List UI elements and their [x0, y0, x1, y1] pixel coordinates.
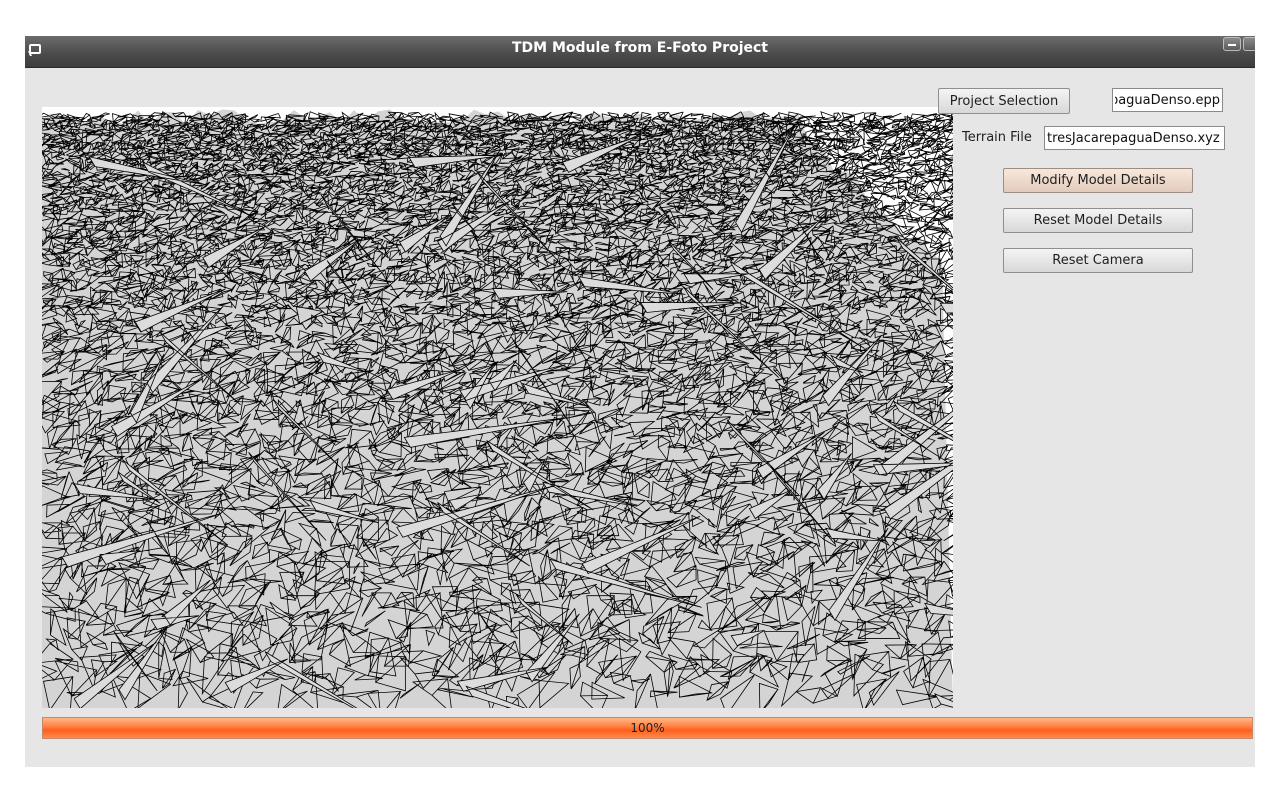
progress-text: 100%: [630, 721, 665, 735]
project-file-field[interactable]: [1112, 88, 1223, 112]
reset-camera-button[interactable]: Reset Camera: [1003, 248, 1193, 273]
modify-model-details-button[interactable]: Modify Model Details: [1003, 168, 1193, 193]
title-bar[interactable]: TDM Module from E-Foto Project: [25, 36, 1255, 68]
progress-bar: 100%: [42, 717, 1253, 739]
minimize-icon[interactable]: [1223, 37, 1241, 51]
window-title: TDM Module from E-Foto Project: [512, 40, 768, 56]
terrain-file-label: Terrain File: [962, 130, 1032, 145]
project-selection-button[interactable]: Project Selection: [938, 88, 1070, 114]
terrain-mesh: [42, 109, 953, 708]
terrain-3d-viewport[interactable]: [42, 107, 953, 708]
tdm-window: TDM Module from E-Foto Project Project S…: [25, 36, 1255, 767]
reset-model-details-button[interactable]: Reset Model Details: [1003, 208, 1193, 233]
terrain-file-field[interactable]: [1044, 126, 1225, 150]
maximize-icon[interactable]: [1243, 37, 1255, 51]
